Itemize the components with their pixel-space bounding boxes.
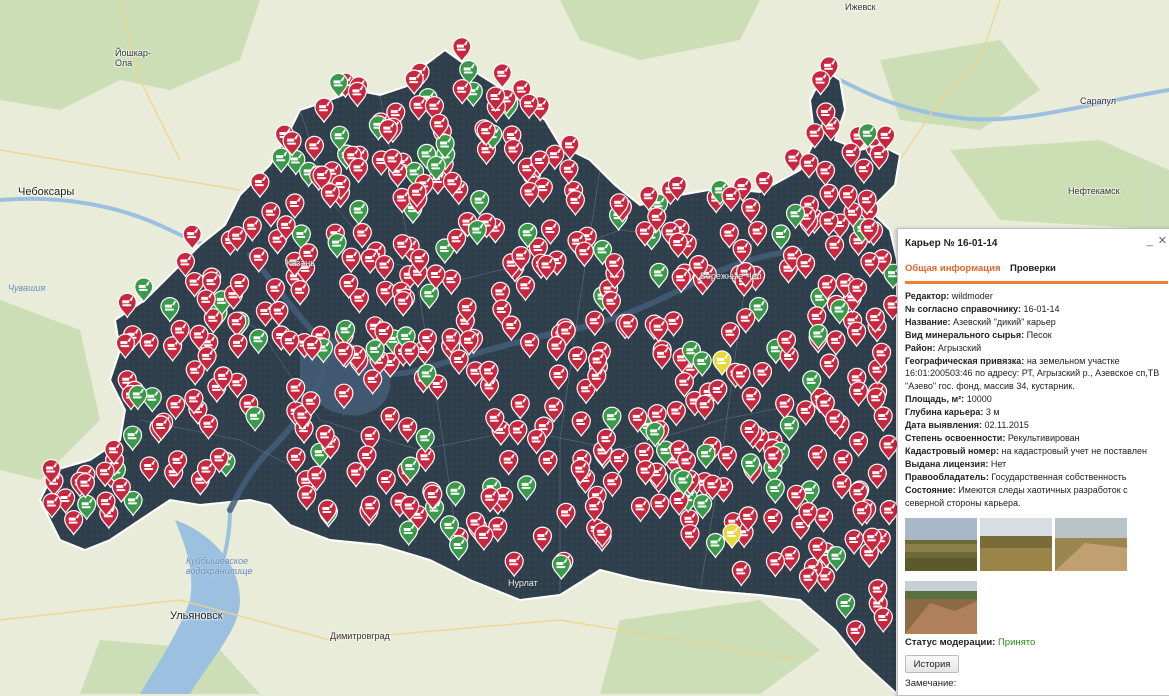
- history-button[interactable]: История: [905, 655, 959, 673]
- field-value: Песок: [1024, 329, 1052, 340]
- tab-inspections[interactable]: Проверки: [1010, 263, 1056, 274]
- panel-title: Карьер № 16-01-14: [905, 238, 998, 249]
- field-label: Вид минерального сырья:: [905, 329, 1025, 340]
- tab-general-info[interactable]: Общая информация: [905, 263, 1001, 274]
- info-field: Редактор: wildmoder: [905, 290, 1167, 303]
- photo-thumbnail[interactable]: [1055, 518, 1127, 571]
- info-field: Название: Азевский "дикий" карьер: [905, 316, 1167, 329]
- city-label: Ульяновск: [170, 610, 223, 622]
- field-value: Азевский "дикий" карьер: [950, 316, 1056, 327]
- field-label: Редактор:: [905, 291, 950, 301]
- field-label: Географическая привязка:: [905, 355, 1025, 366]
- moderation-label: Статус модерации:: [905, 637, 996, 648]
- city-label: Йошкар- Ола: [115, 48, 151, 68]
- city-label: Чебоксары: [18, 186, 75, 198]
- field-value: Рекультивирован: [1005, 432, 1080, 443]
- city-label: Димитровград: [330, 631, 390, 641]
- city-label: Сарапул: [1080, 96, 1117, 106]
- photo-thumbnail[interactable]: [980, 518, 1052, 571]
- field-label: Степень освоенности:: [905, 432, 1006, 443]
- field-value: Государственная собственность: [988, 471, 1127, 482]
- field-label: № согласно справочнику:: [905, 303, 1021, 314]
- info-field: Состояние: Имеются следы хаотичных разра…: [905, 484, 1167, 510]
- city-label: Куйбышевское водохранилище: [186, 556, 253, 576]
- info-field: Район: Агрызский: [905, 342, 1167, 355]
- close-icon[interactable]: ✕: [1158, 235, 1167, 247]
- photo-thumbnail[interactable]: [905, 518, 977, 571]
- moderation-value: Принято: [997, 637, 1036, 648]
- field-value: Нет: [988, 458, 1007, 469]
- field-value: wildmoder: [949, 291, 993, 301]
- info-field: Площадь, м²: 10000: [905, 393, 1167, 406]
- field-label: Название:: [905, 316, 951, 327]
- field-value: 02.11.2015: [982, 420, 1029, 431]
- field-value: 10000: [964, 394, 992, 405]
- panel-controls: _ ✕: [1145, 234, 1167, 247]
- info-field: Выдана лицензия: Нет: [905, 458, 1167, 471]
- field-label: Правообладатель:: [905, 471, 989, 482]
- field-label: Район:: [905, 342, 936, 353]
- city-label: Нефтекамск: [1068, 186, 1120, 196]
- photo-thumbnail[interactable]: [905, 581, 977, 634]
- info-field: Правообладатель: Государственная собстве…: [905, 471, 1167, 484]
- city-label: Казань: [286, 258, 315, 268]
- field-value: Агрызский: [935, 342, 982, 353]
- field-label: Кадастровый номер:: [905, 445, 999, 456]
- minimize-icon[interactable]: _: [1147, 235, 1153, 247]
- moderation-status: Статус модерации: Принято: [905, 637, 1035, 648]
- field-label: Площадь, м²:: [905, 394, 965, 405]
- info-fields: Редактор: wildmoder № согласно справочник…: [905, 290, 1167, 509]
- quarry-info-panel: Карьер № 16-01-14 _ ✕ Общая информация П…: [897, 228, 1169, 696]
- field-value: на кадастровый учет не поставлен: [998, 445, 1147, 456]
- info-field: Вид минерального сырья: Песок: [905, 329, 1167, 342]
- field-label: Состояние:: [905, 484, 956, 495]
- info-field: Дата выявления: 02.11.2015: [905, 419, 1167, 432]
- info-field: Географическая привязка: на земельном уч…: [905, 355, 1167, 394]
- field-label: Глубина карьера:: [905, 407, 984, 418]
- info-field: № согласно справочнику: 16-01-14: [905, 303, 1167, 316]
- city-label: Ижевск: [845, 2, 876, 12]
- info-field: Глубина карьера: 3 м: [905, 406, 1167, 419]
- info-field: Степень освоенности: Рекультивирован: [905, 432, 1167, 445]
- city-label: Чувашия: [8, 283, 46, 293]
- field-label: Дата выявления:: [905, 420, 983, 431]
- city-label: Бережные Чел: [700, 271, 762, 281]
- field-label: Выдана лицензия:: [905, 458, 989, 469]
- note-label: Замечание:: [905, 678, 957, 689]
- info-field: Кадастровый номер: на кадастровый учет н…: [905, 445, 1167, 458]
- city-label: Нурлат: [508, 578, 538, 588]
- active-tab-underline: [905, 281, 1168, 284]
- field-value: 3 м: [983, 407, 1000, 418]
- field-value: 16-01-14: [1020, 303, 1060, 314]
